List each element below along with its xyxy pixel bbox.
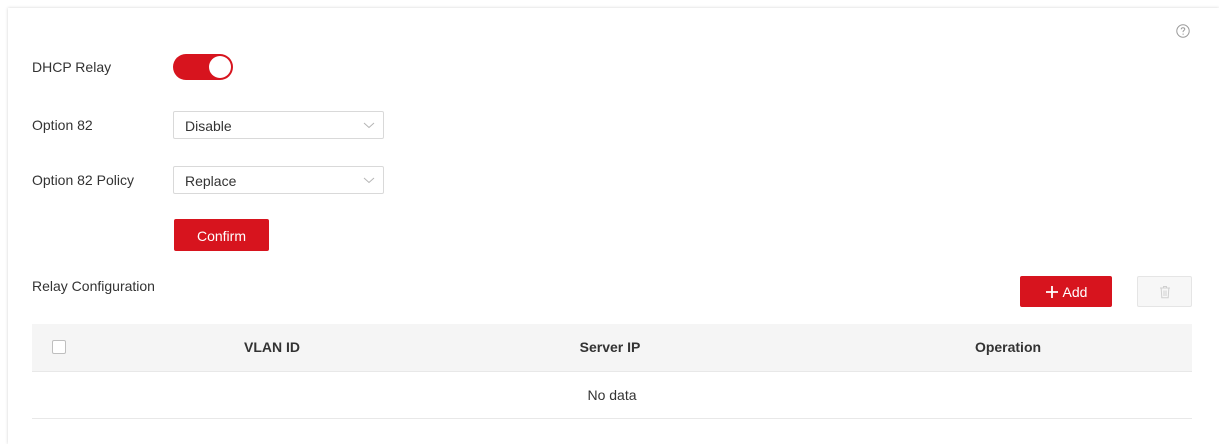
option82-policy-select[interactable]: Replace [173, 166, 384, 194]
table-header: VLAN ID Server IP Operation [32, 324, 1192, 372]
option82-policy-label: Option 82 Policy [32, 172, 134, 188]
option82-policy-select-value: Replace [185, 173, 237, 189]
option82-select[interactable]: Disable [173, 111, 384, 139]
relay-table: VLAN ID Server IP Operation No data [32, 324, 1192, 419]
table-body: No data [32, 372, 1192, 419]
toggle-knob [209, 56, 231, 78]
column-header-vlan-id: VLAN ID [244, 339, 300, 355]
option82-label: Option 82 [32, 117, 93, 133]
add-button[interactable]: Add [1020, 276, 1112, 307]
dhcp-relay-toggle[interactable] [173, 54, 233, 80]
delete-button[interactable] [1137, 276, 1192, 307]
trash-icon [1160, 286, 1170, 299]
empty-state-text: No data [587, 387, 637, 403]
help-icon[interactable] [1176, 24, 1190, 38]
chevron-down-icon [363, 177, 375, 184]
chevron-down-icon [363, 122, 375, 129]
add-button-label: Add [1062, 283, 1088, 300]
confirm-button[interactable]: Confirm [174, 219, 269, 251]
plus-icon [1045, 285, 1058, 298]
dhcp-relay-label: DHCP Relay [32, 59, 112, 75]
column-header-operation: Operation [974, 339, 1042, 355]
option82-select-value: Disable [185, 118, 232, 134]
relay-configuration-title: Relay Configuration [32, 278, 155, 294]
select-all-checkbox[interactable] [52, 340, 66, 354]
column-header-server-ip: Server IP [579, 339, 641, 355]
